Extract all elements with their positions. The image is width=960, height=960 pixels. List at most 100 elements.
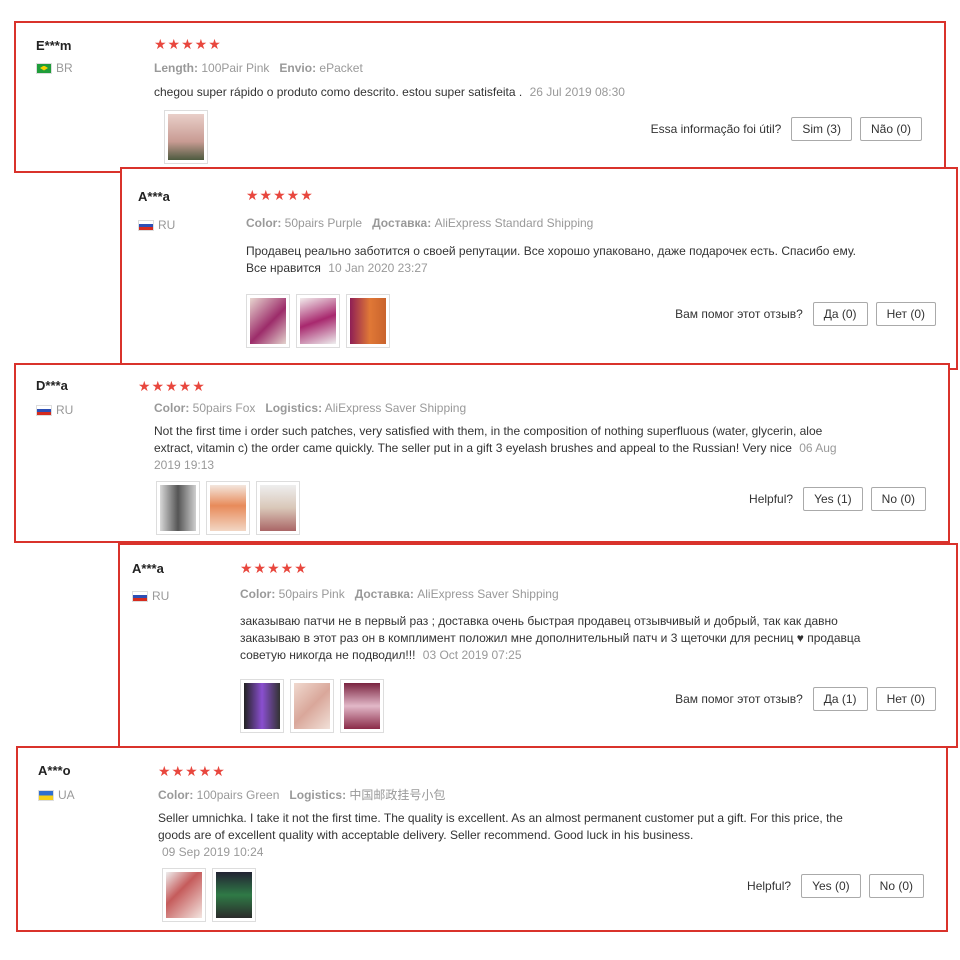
review-date: 09 Sep 2019 10:24 bbox=[162, 845, 264, 859]
review-photo[interactable] bbox=[240, 679, 284, 733]
rating-stars: ★★★★★ bbox=[246, 187, 314, 203]
reviewer-name: A***a bbox=[138, 189, 170, 204]
attr-value: ePacket bbox=[319, 61, 363, 75]
review-card: D***a RU ★★★★★ Color: 50pairs Fox Logist… bbox=[14, 363, 950, 543]
helpful-vote: Helpful? Yes (0) No (0) bbox=[747, 874, 924, 898]
vote-no-button[interactable]: Não (0) bbox=[859, 117, 922, 141]
attr-value: 中国邮政挂号小包 bbox=[349, 788, 446, 802]
russia-flag-icon bbox=[36, 404, 52, 416]
attr-value: 50pairs Pink bbox=[278, 587, 345, 601]
rating-stars: ★★★★★ bbox=[138, 378, 206, 394]
attr-label: Color: bbox=[240, 587, 276, 601]
review-body: заказываю патчи не в первый раз ; достав… bbox=[240, 614, 861, 662]
helpful-question: Helpful? bbox=[749, 492, 794, 506]
attr-value: 100pairs Green bbox=[196, 788, 280, 802]
country-code: RU bbox=[158, 218, 176, 232]
review-body: Seller umnichka. I take it not the first… bbox=[158, 811, 843, 842]
review-photo[interactable] bbox=[206, 481, 250, 535]
attr-label: Color: bbox=[246, 216, 282, 230]
review-card: A***o UA ★★★★★ Color: 100pairs Green Log… bbox=[16, 746, 948, 932]
review-photo[interactable] bbox=[162, 868, 206, 922]
attr-label: Доставка: bbox=[372, 216, 432, 230]
review-photo[interactable] bbox=[156, 481, 200, 535]
review-photo[interactable] bbox=[212, 868, 256, 922]
vote-yes-button[interactable]: Да (1) bbox=[812, 687, 868, 711]
helpful-question: Вам помог этот отзыв? bbox=[675, 692, 803, 706]
helpful-question: Вам помог этот отзыв? bbox=[675, 307, 803, 321]
review-body: Not the first time i order such patches,… bbox=[154, 424, 823, 455]
ukraine-flag-icon bbox=[38, 789, 54, 801]
review-photo[interactable] bbox=[340, 679, 384, 733]
rating-stars: ★★★★★ bbox=[240, 560, 308, 576]
review-text: Not the first time i order such patches,… bbox=[154, 423, 844, 474]
review-photos bbox=[164, 110, 208, 164]
russia-flag-icon bbox=[132, 590, 148, 602]
country-code: BR bbox=[56, 61, 73, 75]
country-code: RU bbox=[152, 589, 170, 603]
reviewer-country: BR bbox=[36, 61, 73, 75]
reviewer-name: A***o bbox=[38, 763, 71, 778]
attr-label: Length: bbox=[154, 61, 198, 75]
brazil-flag-icon bbox=[36, 62, 52, 74]
attr-value: AliExpress Saver Shipping bbox=[324, 401, 467, 415]
attr-label: Envio: bbox=[279, 61, 317, 75]
review-body: chegou super rápido o produto como descr… bbox=[154, 85, 523, 99]
review-date: 10 Jan 2020 23:27 bbox=[328, 261, 428, 275]
vote-yes-button[interactable]: Sim (3) bbox=[791, 117, 852, 141]
attr-label: Logistics: bbox=[265, 401, 323, 415]
attr-value: AliExpress Standard Shipping bbox=[434, 216, 594, 230]
review-text: Продавец реально заботится о своей репут… bbox=[246, 243, 876, 277]
attr-value: 100Pair Pink bbox=[201, 61, 270, 75]
review-photo[interactable] bbox=[346, 294, 390, 348]
country-code: UA bbox=[58, 788, 75, 802]
review-photo[interactable] bbox=[246, 294, 290, 348]
reviewer-name: D***a bbox=[36, 378, 68, 393]
review-photos bbox=[240, 679, 384, 733]
attr-value: 50pairs Fox bbox=[192, 401, 256, 415]
attr-label: Color: bbox=[158, 788, 194, 802]
helpful-vote: Вам помог этот отзыв? Да (1) Нет (0) bbox=[675, 687, 936, 711]
helpful-vote: Essa informação foi útil? Sim (3) Não (0… bbox=[651, 117, 922, 141]
review-photo[interactable] bbox=[164, 110, 208, 164]
attr-label: Logistics: bbox=[289, 788, 347, 802]
review-photo[interactable] bbox=[290, 679, 334, 733]
review-text: Seller umnichka. I take it not the first… bbox=[158, 810, 848, 861]
reviewer-country: UA bbox=[38, 788, 75, 802]
review-photo[interactable] bbox=[296, 294, 340, 348]
reviewer-name: A***a bbox=[132, 561, 164, 576]
vote-yes-button[interactable]: Yes (1) bbox=[803, 487, 863, 511]
vote-no-button[interactable]: No (0) bbox=[870, 487, 926, 511]
helpful-vote: Helpful? Yes (1) No (0) bbox=[749, 487, 926, 511]
attr-label: Color: bbox=[154, 401, 190, 415]
reviewer-country: RU bbox=[138, 218, 175, 232]
vote-no-button[interactable]: No (0) bbox=[868, 874, 924, 898]
review-attributes: Color: 50pairs Fox Logistics: AliExpress… bbox=[154, 401, 466, 415]
vote-yes-button[interactable]: Да (0) bbox=[812, 302, 868, 326]
review-photos bbox=[156, 481, 300, 535]
reviewer-country: RU bbox=[132, 589, 169, 603]
review-attributes: Color: 50pairs Pink Доставка: AliExpress… bbox=[240, 587, 559, 601]
review-date: 03 Oct 2019 07:25 bbox=[422, 648, 522, 662]
review-attributes: Color: 100pairs Green Logistics: 中国邮政挂号小… bbox=[158, 786, 445, 803]
review-attributes: Color: 50pairs Purple Доставка: AliExpre… bbox=[246, 216, 593, 230]
rating-stars: ★★★★★ bbox=[154, 36, 222, 52]
vote-no-button[interactable]: Нет (0) bbox=[875, 687, 936, 711]
country-code: RU bbox=[56, 403, 74, 417]
rating-stars: ★★★★★ bbox=[158, 763, 226, 779]
helpful-question: Helpful? bbox=[747, 879, 792, 893]
review-text: заказываю патчи не в первый раз ; достав… bbox=[240, 613, 870, 664]
attr-value: AliExpress Saver Shipping bbox=[417, 587, 559, 601]
reviewer-country: RU bbox=[36, 403, 73, 417]
helpful-question: Essa informação foi útil? bbox=[650, 122, 782, 136]
review-photos bbox=[162, 868, 256, 922]
review-photo[interactable] bbox=[256, 481, 300, 535]
review-attributes: Length: 100Pair Pink Envio: ePacket bbox=[154, 61, 363, 75]
vote-no-button[interactable]: Нет (0) bbox=[875, 302, 936, 326]
attr-value: 50pairs Purple bbox=[284, 216, 363, 230]
review-card: A***a RU ★★★★★ Color: 50pairs Purple Дос… bbox=[120, 167, 958, 370]
review-date: 26 Jul 2019 08:30 bbox=[529, 85, 625, 99]
attr-label: Доставка: bbox=[354, 587, 414, 601]
review-card: A***a RU ★★★★★ Color: 50pairs Pink Доста… bbox=[118, 543, 958, 748]
reviewer-name: E***m bbox=[36, 38, 72, 53]
vote-yes-button[interactable]: Yes (0) bbox=[801, 874, 861, 898]
